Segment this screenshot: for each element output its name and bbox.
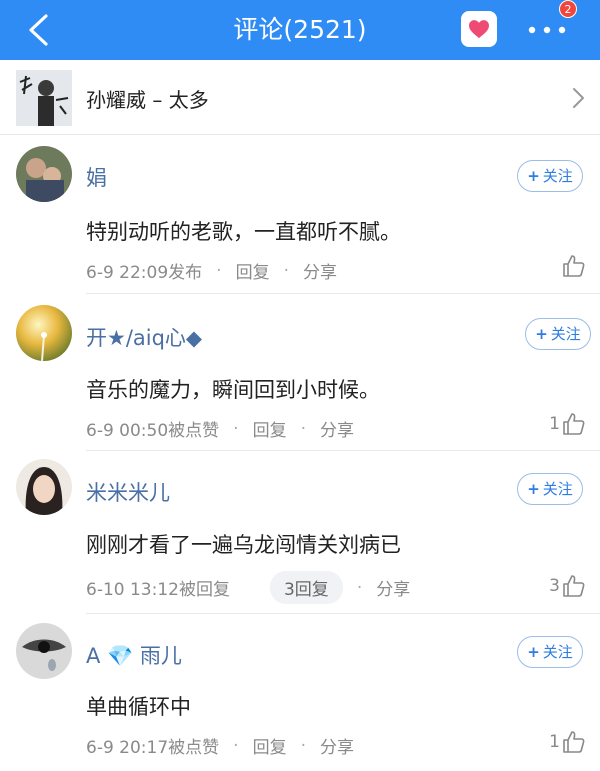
avatar[interactable] (16, 305, 72, 361)
song-info-row[interactable]: 孙耀威 – 太多 (0, 60, 600, 135)
comment-text: 单曲循环中 (86, 695, 191, 719)
like-count: 1 (549, 732, 560, 752)
top-bar: 评论(2521) 2 (0, 0, 600, 60)
avatar[interactable] (16, 459, 72, 515)
comment-item: 开★/aiq心◆ + 关注 音乐的魔力，瞬间回到小时候。 6-9 00:50被点赞… (0, 294, 600, 450)
share-link[interactable]: 分享 (376, 575, 410, 600)
reply-link[interactable]: 回复 (253, 733, 287, 758)
username[interactable]: 开★/aiq心◆ (86, 322, 202, 352)
comment-time: 6-10 13:12被回复 (86, 580, 230, 600)
follow-button[interactable]: + 关注 (517, 473, 583, 505)
reply-link[interactable]: 回复 (253, 416, 287, 441)
follow-button[interactable]: + 关注 (517, 636, 583, 668)
like-button[interactable] (560, 254, 586, 278)
comment-text: 音乐的魔力，瞬间回到小时候。 (86, 378, 380, 402)
plus-icon: + (527, 643, 540, 661)
avatar[interactable] (16, 146, 72, 202)
thumbs-up-icon (563, 731, 585, 753)
share-link[interactable]: 分享 (320, 733, 354, 758)
follow-label: 关注 (542, 480, 573, 498)
comment-time: 6-9 00:50被点赞 (86, 421, 220, 441)
plus-icon: + (527, 480, 540, 498)
more-dots-icon (528, 26, 566, 34)
avatar[interactable] (16, 623, 72, 679)
replies-button[interactable]: 3回复 (269, 571, 343, 604)
comment-time: 6-9 22:09发布 (86, 263, 203, 283)
like-button[interactable]: 3 (549, 574, 586, 598)
thumbs-up-icon (563, 255, 585, 277)
username[interactable]: 米米米儿 (86, 477, 170, 507)
comment-meta: 6-10 13:12被回复 3回复 · 分享 (86, 571, 410, 604)
follow-button[interactable]: + 关注 (525, 318, 591, 350)
comment-meta: 6-9 22:09发布 · 回复 · 分享 (86, 258, 337, 284)
like-count: 3 (549, 576, 560, 596)
reply-link[interactable]: 回复 (236, 258, 270, 283)
follow-label: 关注 (542, 167, 573, 185)
comment-meta: 6-9 20:17被点赞 · 回复 · 分享 (86, 733, 354, 759)
heart-icon (469, 20, 489, 39)
username[interactable]: 娟 (86, 162, 107, 192)
like-count: 1 (549, 414, 560, 434)
page-title: 评论(2521) (233, 15, 367, 44)
thumbs-up-icon (563, 413, 585, 435)
comment-item: A 💎 雨儿 + 关注 单曲循环中 6-9 20:17被点赞 · 回复 · 分享 … (0, 614, 600, 771)
favorite-button[interactable] (461, 11, 497, 47)
chevron-right-icon (566, 84, 590, 112)
share-link[interactable]: 分享 (303, 258, 337, 283)
comment-time: 6-9 20:17被点赞 (86, 738, 220, 758)
song-title: 孙耀威 – 太多 (86, 88, 209, 112)
comment-text: 刚刚才看了一遍乌龙闯情关刘病已 (86, 533, 401, 557)
comment-item: 米米米儿 + 关注 刚刚才看了一遍乌龙闯情关刘病已 6-10 13:12被回复 3… (0, 451, 600, 613)
follow-label: 关注 (550, 325, 581, 343)
notification-badge: 2 (559, 0, 577, 18)
comment-text: 特别动听的老歌，一直都听不腻。 (86, 220, 401, 244)
plus-icon: + (535, 325, 548, 343)
share-link[interactable]: 分享 (320, 416, 354, 441)
follow-button[interactable]: + 关注 (517, 160, 583, 192)
plus-icon: + (527, 167, 540, 185)
album-cover (16, 70, 72, 126)
follow-label: 关注 (542, 643, 573, 661)
comment-meta: 6-9 00:50被点赞 · 回复 · 分享 (86, 416, 354, 442)
like-button[interactable]: 1 (549, 730, 586, 754)
username[interactable]: A 💎 雨儿 (86, 640, 182, 670)
like-button[interactable]: 1 (549, 412, 586, 436)
comment-item: 娟 + 关注 特别动听的老歌，一直都听不腻。 6-9 22:09发布 · 回复 ·… (0, 136, 600, 293)
thumbs-up-icon (563, 575, 585, 597)
